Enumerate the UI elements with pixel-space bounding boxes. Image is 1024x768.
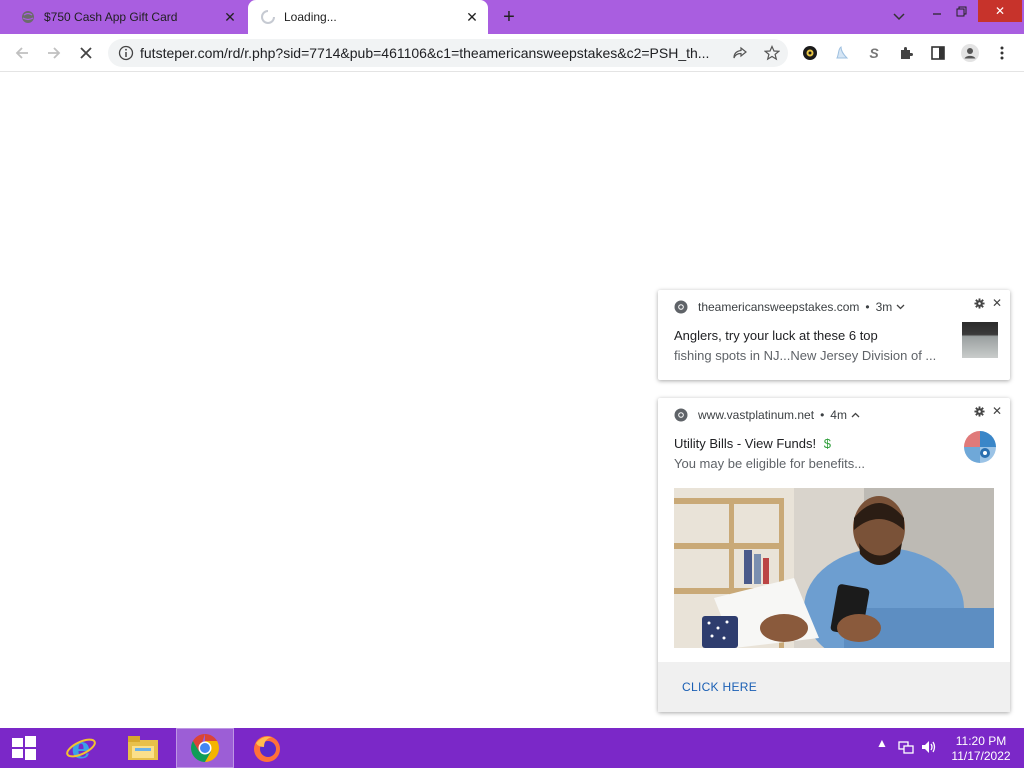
notification-sweepstakes[interactable]: theamericansweepstakes.com • 3m ✕ Angler…	[658, 290, 1010, 380]
globe-icon	[20, 9, 36, 25]
notification-close-icon[interactable]: ✕	[990, 296, 1004, 310]
chrome-icon	[191, 734, 219, 762]
click-here-label: CLICK HERE	[682, 680, 758, 694]
network-icon[interactable]	[898, 739, 914, 758]
notification-settings-gear-icon[interactable]	[972, 404, 986, 418]
man-reading-bill-image	[674, 488, 994, 648]
benefits-logo-icon	[963, 430, 997, 464]
more-menu-icon[interactable]	[992, 43, 1012, 63]
share-icon[interactable]	[724, 39, 756, 67]
notification-header: www.vastplatinum.net • 4m	[674, 408, 860, 422]
notification-title: Utility Bills - View Funds! $	[674, 436, 831, 451]
chrome-icon	[674, 300, 688, 314]
notification-settings-gear-icon[interactable]	[972, 296, 986, 310]
bookmark-star-icon[interactable]	[756, 39, 788, 67]
start-button[interactable]	[0, 728, 48, 768]
title-bar: $750 Cash App Gift Card ✕ Loading... ✕ +…	[0, 0, 1024, 34]
site-info-icon[interactable]	[112, 45, 140, 61]
restore-button[interactable]	[950, 0, 972, 22]
windows-logo-icon	[12, 736, 36, 760]
show-hidden-icons-arrow[interactable]: ▲	[876, 736, 888, 750]
notification-title-text: Utility Bills - View Funds!	[674, 436, 817, 451]
side-panel-icon[interactable]	[928, 43, 948, 63]
browser-toolbar: futsteper.com/rd/r.php?sid=7714&pub=4611…	[0, 34, 1024, 72]
tab-loading[interactable]: Loading... ✕	[248, 0, 488, 34]
extension-dark-icon[interactable]	[800, 43, 820, 63]
new-tab-button[interactable]: +	[498, 6, 520, 28]
windows-taskbar: e ▲	[0, 728, 1024, 768]
notification-utility-bills[interactable]: www.vastplatinum.net • 4m ✕ Utility Bill…	[658, 398, 1010, 712]
file-explorer-taskbar-icon[interactable]	[118, 728, 168, 768]
window-close-button[interactable]: ✕	[978, 0, 1022, 22]
tab-search-chevron-icon[interactable]	[888, 8, 910, 26]
forward-button[interactable]	[42, 41, 66, 65]
taskbar-clock[interactable]: 11:20 PM 11/17/2022	[946, 734, 1016, 764]
notification-body: fishing spots in NJ...New Jersey Divisio…	[674, 348, 937, 363]
address-bar[interactable]: futsteper.com/rd/r.php?sid=7714&pub=4611…	[108, 39, 788, 67]
loading-spinner-icon	[260, 9, 276, 25]
internet-explorer-taskbar-icon[interactable]: e	[56, 728, 106, 768]
chrome-taskbar-icon[interactable]	[176, 728, 234, 768]
clock-time: 11:20 PM	[955, 734, 1007, 748]
separator-dot: •	[820, 408, 825, 422]
tab-close-icon[interactable]: ✕	[220, 7, 240, 27]
profile-avatar-icon[interactable]	[960, 43, 980, 63]
url-text: futsteper.com/rd/r.php?sid=7714&pub=4611…	[140, 45, 710, 61]
firefox-taskbar-icon[interactable]	[242, 728, 292, 768]
dollar-sign-emoji: $	[823, 436, 831, 451]
notification-header: theamericansweepstakes.com • 3m	[674, 300, 905, 314]
volume-icon[interactable]	[920, 739, 938, 758]
minimize-button[interactable]	[926, 0, 948, 22]
tab-close-icon[interactable]: ✕	[462, 7, 482, 27]
svg-text:e: e	[71, 732, 90, 764]
click-here-button[interactable]: CLICK HERE	[658, 662, 1010, 712]
stop-loading-button[interactable]	[74, 41, 98, 65]
tab-cash-app[interactable]: $750 Cash App Gift Card ✕	[8, 0, 246, 34]
notification-age: 3m	[875, 300, 893, 314]
expand-chevron-icon	[896, 304, 905, 310]
chrome-icon	[674, 408, 688, 422]
extension-wave-icon[interactable]	[832, 43, 852, 63]
extension-s-icon[interactable]: S	[864, 43, 884, 63]
tab-title: Loading...	[284, 10, 337, 24]
notification-body: You may be eligible for benefits...	[674, 456, 866, 471]
tab-title: $750 Cash App Gift Card	[44, 10, 178, 24]
notification-title: Anglers, try your luck at these 6 top	[674, 328, 878, 343]
notification-age: 4m	[830, 408, 847, 422]
back-button[interactable]	[10, 41, 34, 65]
notification-source: www.vastplatinum.net	[698, 408, 815, 422]
clock-date: 11/17/2022	[951, 749, 1011, 763]
collapse-chevron-icon	[851, 412, 860, 418]
separator-dot: •	[865, 300, 870, 314]
notification-close-icon[interactable]: ✕	[990, 404, 1004, 418]
fishing-thumbnail-image	[962, 322, 998, 358]
extensions-puzzle-icon[interactable]	[896, 43, 916, 63]
notification-source: theamericansweepstakes.com	[698, 300, 860, 314]
